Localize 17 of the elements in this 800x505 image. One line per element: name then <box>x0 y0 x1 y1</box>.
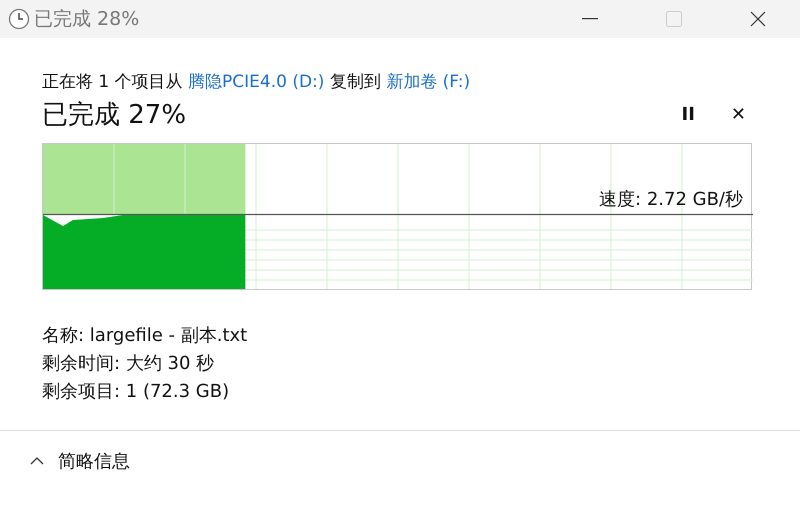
caret-icon <box>30 457 44 465</box>
pause-button[interactable]: II <box>676 104 701 126</box>
close-icon <box>750 11 766 27</box>
copy-description: 正在将 1 个项目从 腾隐PCIE4.0 (D:) 复制到 新加卷 (F:) <box>42 71 472 94</box>
progress-heading: 已完成 27% <box>42 98 188 132</box>
detail-line: 剩余项目: 1 (72.3 GB) <box>42 380 230 404</box>
speed-label: 速度: 2.72 GB/秒 <box>599 188 743 212</box>
window-title: 已完成 28% <box>34 6 140 32</box>
cancel-button[interactable]: ✕ <box>724 104 752 126</box>
maximize-icon <box>666 11 682 27</box>
details-toggle[interactable]: 简略信息 <box>24 446 136 476</box>
destination-link[interactable]: 新加卷 (F:) <box>386 72 470 92</box>
source-link[interactable]: 腾隐PCIE4.0 (D:) <box>188 72 324 92</box>
clock-icon <box>8 8 30 30</box>
minimize-icon <box>582 18 598 20</box>
detail-line: 名称: largefile - 副本.txt <box>42 324 248 348</box>
detail-line: 剩余时间: 大约 30 秒 <box>42 352 216 376</box>
